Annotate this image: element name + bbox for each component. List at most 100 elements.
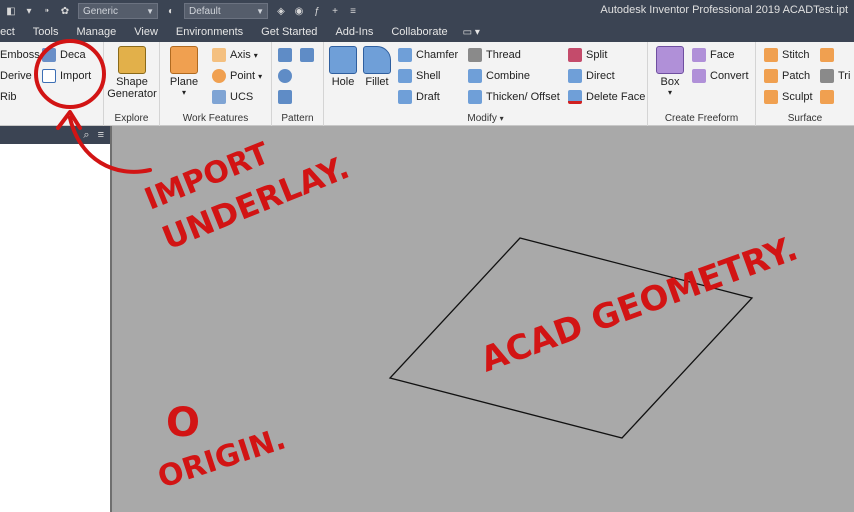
stitch-label: Stitch — [782, 49, 810, 61]
hole-label: Hole — [331, 76, 355, 88]
freeform-box-icon — [656, 46, 684, 74]
patch-button[interactable]: Patch — [764, 67, 810, 85]
appearance-dropdown[interactable]: Generic ▼ — [78, 3, 158, 19]
chamfer-button[interactable]: Chamfer — [398, 46, 458, 64]
fillet-label: Fillet — [365, 76, 389, 88]
thicken-label: Thicken/ Offset — [486, 91, 560, 103]
clear-override-icon[interactable]: ◉ — [292, 4, 306, 18]
rib-label: Rib — [0, 91, 17, 103]
import-button[interactable]: Import — [42, 67, 91, 85]
function-icon[interactable]: ƒ — [310, 4, 324, 18]
tab-add-ins[interactable]: Add-Ins — [326, 26, 382, 38]
delete-face-button[interactable]: Delete Face — [568, 88, 645, 106]
tab-view[interactable]: View — [125, 26, 167, 38]
chevron-down-icon: ▼ — [146, 6, 154, 16]
plane-icon — [170, 46, 198, 74]
model-browser: ⌕ ≡ — [0, 126, 112, 512]
sculpt-button[interactable]: Sculpt — [764, 88, 813, 106]
rib-button[interactable]: Rib — [0, 88, 17, 106]
thread-button[interactable]: Thread — [468, 46, 521, 64]
work-features-panel: Plane ▾ Axis ▾ Point ▾ UCS Work Features — [160, 42, 272, 126]
plus-icon[interactable]: + — [328, 4, 342, 18]
ucs-label: UCS — [230, 91, 254, 103]
sketch-pattern-icon[interactable] — [278, 90, 292, 104]
pattern-panel-label: Pattern — [281, 113, 314, 124]
delete-face-label: Delete Face — [586, 91, 646, 103]
appearance-dropdown-value: Generic — [83, 5, 119, 17]
draft-icon — [398, 90, 412, 104]
chevron-down-icon[interactable]: ▾ — [652, 88, 688, 97]
axis-label: Axis — [230, 49, 251, 61]
decal-button[interactable]: Deca — [42, 46, 86, 64]
stitch-button[interactable]: Stitch — [764, 46, 810, 64]
tab-get-started[interactable]: Get Started — [252, 26, 326, 38]
face-button[interactable]: Face — [692, 46, 734, 64]
convert-label: Convert — [710, 70, 749, 82]
emboss-button[interactable]: Emboss — [0, 46, 40, 64]
plane-button[interactable]: Plane ▾ — [164, 46, 204, 97]
chevron-down-icon[interactable]: ▾ — [164, 88, 204, 97]
derive-button[interactable]: Derive — [0, 67, 32, 85]
chevron-down-icon: ▼ — [256, 6, 264, 16]
ribbon-tabs: pect Tools Manage View Environments Get … — [0, 22, 854, 42]
app-menu-icon[interactable]: ◧ — [4, 4, 18, 18]
adjust-icon[interactable]: ◈ — [274, 4, 288, 18]
thicken-offset-button[interactable]: Thicken/ Offset — [468, 88, 560, 106]
box-button[interactable]: Box ▾ — [652, 46, 688, 97]
quick-access-select-icon[interactable]: ▾ — [22, 4, 36, 18]
trim-button[interactable]: Tri — [820, 67, 850, 85]
hole-icon — [329, 46, 357, 74]
combine-label: Combine — [486, 70, 531, 82]
appearance-icon[interactable]: ✿ — [58, 4, 72, 18]
color-wheel-icon[interactable]: ◐ — [164, 4, 178, 18]
delete-face-icon — [568, 90, 582, 104]
emboss-label: Emboss — [0, 49, 40, 61]
draft-button[interactable]: Draft — [398, 88, 440, 106]
menu-icon[interactable]: ≡ — [98, 129, 104, 141]
window-title: Autodesk Inventor Professional 2019 ACAD… — [600, 4, 848, 16]
tab-inspect[interactable]: pect — [0, 26, 24, 38]
graphics-viewport[interactable] — [114, 126, 854, 512]
decal-icon — [42, 48, 56, 62]
tab-tools[interactable]: Tools — [24, 26, 68, 38]
hole-button[interactable]: Hole — [328, 46, 358, 88]
circular-pattern-icon[interactable] — [278, 69, 292, 83]
modify-panel-label[interactable]: Modify ▾ — [324, 113, 647, 124]
plane-label: Plane — [169, 76, 199, 88]
quick-access-tool-icon[interactable]: ⁍ — [40, 4, 54, 18]
extend-icon[interactable] — [820, 90, 834, 104]
shell-icon — [398, 69, 412, 83]
derive-label: Derive — [0, 70, 32, 82]
mirror-icon[interactable] — [300, 48, 314, 62]
search-icon[interactable]: ⌕ — [83, 129, 89, 142]
shell-button[interactable]: Shell — [398, 67, 440, 85]
patch-icon — [764, 69, 778, 83]
direct-label: Direct — [586, 70, 615, 82]
point-button[interactable]: Point ▾ — [212, 67, 262, 85]
fillet-button[interactable]: Fillet — [362, 46, 392, 88]
ucs-button[interactable]: UCS — [212, 88, 253, 106]
explore-panel-label: Explore — [114, 113, 149, 124]
tab-manage[interactable]: Manage — [67, 26, 125, 38]
customize-quick-access-icon[interactable]: ≡ — [346, 4, 360, 18]
shape-generator-button[interactable]: Shape Generator — [106, 46, 158, 100]
ruled-surface-icon[interactable] — [820, 48, 834, 62]
chevron-down-icon[interactable]: ▾ — [258, 72, 262, 81]
chamfer-icon — [398, 48, 412, 62]
convert-button[interactable]: Convert — [692, 67, 749, 85]
chevron-down-icon[interactable]: ▾ — [254, 51, 258, 60]
tab-collaborate[interactable]: Collaborate — [382, 26, 456, 38]
combine-button[interactable]: Combine — [468, 67, 530, 85]
ribbon-display-options-icon[interactable]: ▭ ▾ — [457, 27, 486, 38]
direct-button[interactable]: Direct — [568, 67, 615, 85]
modify-panel: Hole Fillet Chamfer Shell Draft Thread C… — [324, 42, 648, 126]
tab-environments[interactable]: Environments — [167, 26, 252, 38]
draft-label: Draft — [416, 91, 440, 103]
material-dropdown[interactable]: Default ▼ — [184, 3, 268, 19]
axis-button[interactable]: Axis ▾ — [212, 46, 258, 64]
split-button[interactable]: Split — [568, 46, 607, 64]
rectangular-pattern-icon[interactable] — [278, 48, 292, 62]
combine-icon — [468, 69, 482, 83]
work-features-panel-label: Work Features — [182, 113, 249, 124]
ribbon: Emboss Deca Derive Import Rib Shape Gene… — [0, 42, 854, 126]
